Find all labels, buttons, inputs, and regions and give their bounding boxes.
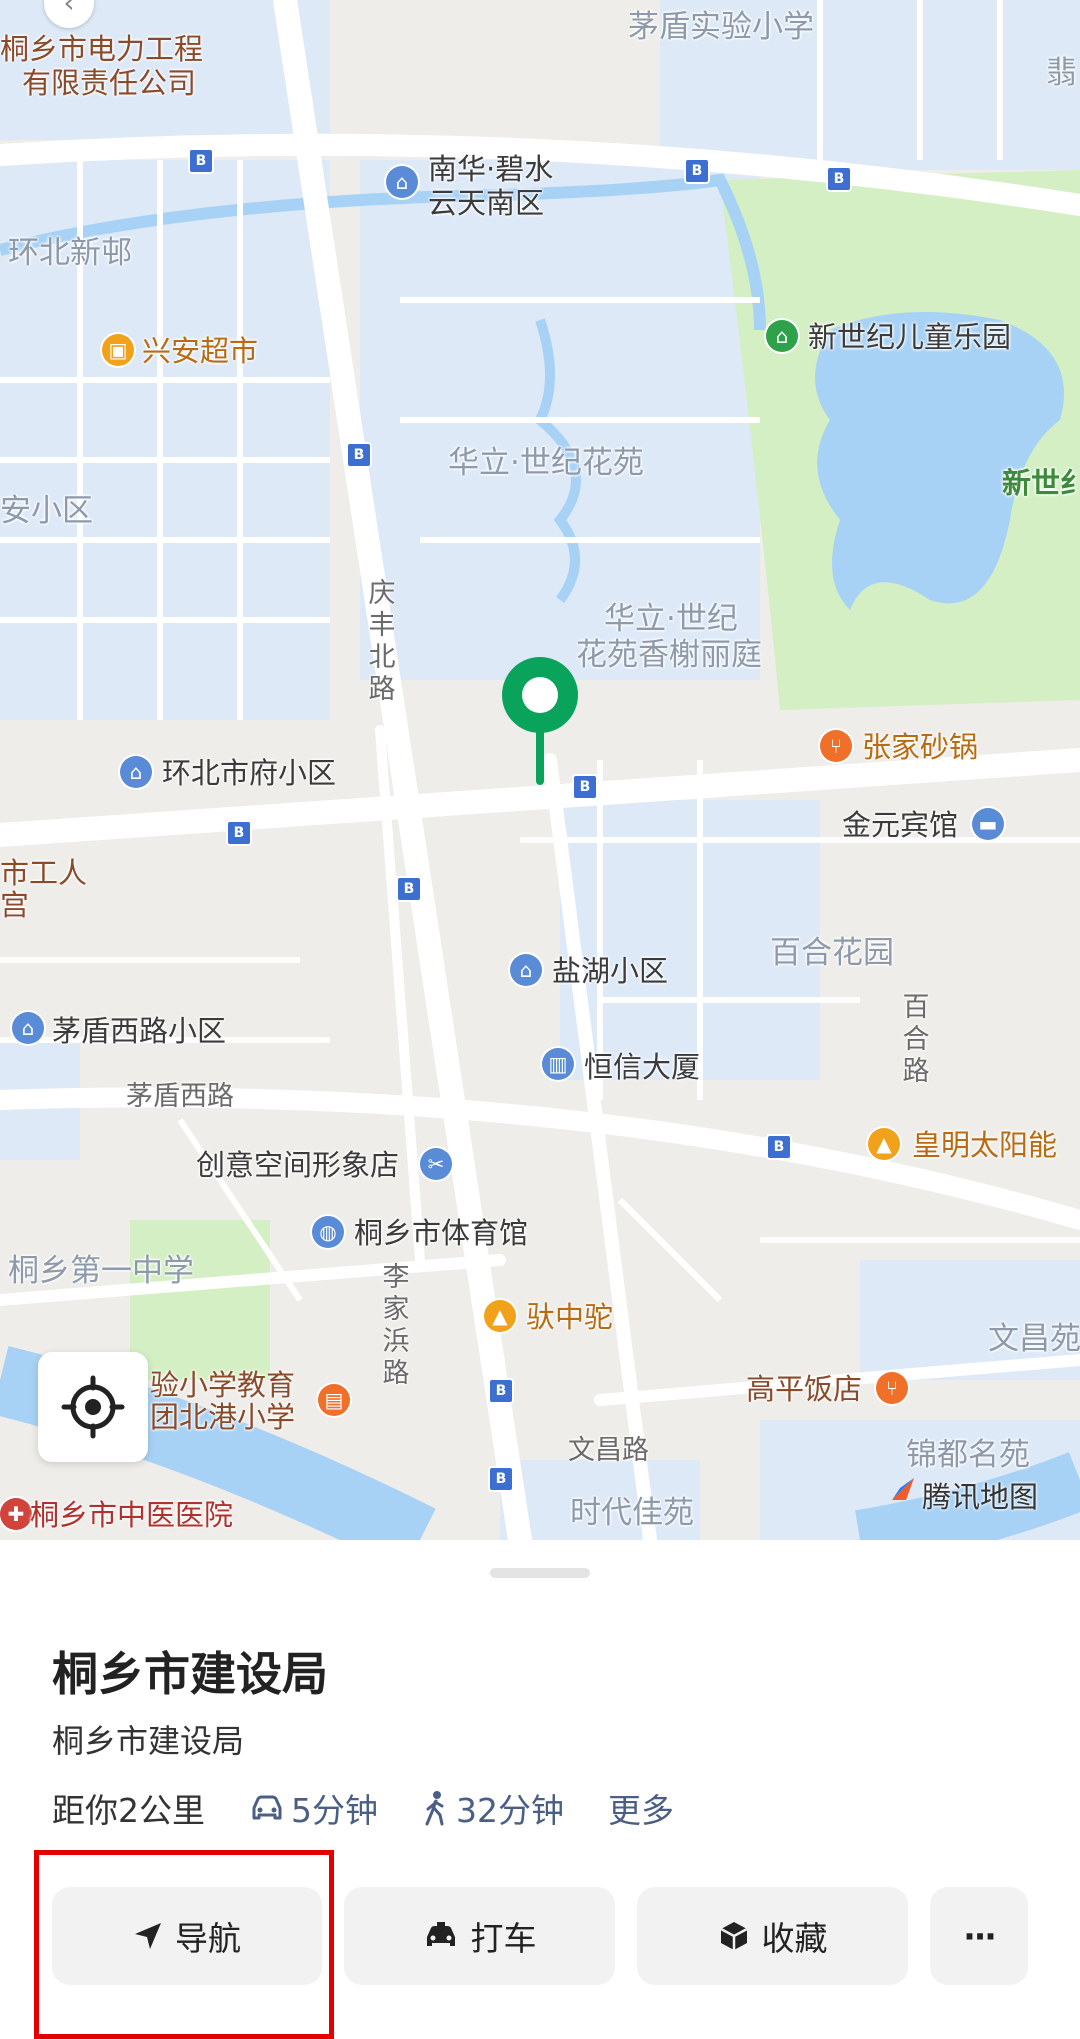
map-label-tuozhongtuo[interactable]: 驮中驼 — [526, 1300, 613, 1334]
locate-icon — [61, 1375, 125, 1439]
residential-icon: ⌂ — [12, 1012, 44, 1044]
bus-stop-icon[interactable]: B — [766, 1134, 792, 1160]
drive-time-label: 5分钟 — [291, 1791, 378, 1830]
hospital-icon: ✚ — [0, 1498, 32, 1530]
bus-stop-icon[interactable]: B — [226, 820, 252, 846]
shop-icon: ▲ — [868, 1128, 900, 1160]
road-label-wenchang: 文昌路 — [568, 1435, 649, 1466]
bus-stop-icon[interactable]: B — [188, 148, 214, 174]
map-label-an-xiaoqu[interactable]: 安小区 — [0, 494, 93, 528]
map-label-huanbei[interactable]: 环北新邨 — [8, 236, 132, 270]
favorite-button[interactable]: 收藏 — [637, 1887, 908, 1985]
navigate-button[interactable]: 导航 — [52, 1887, 322, 1985]
map-label-maodun-school[interactable]: 茅盾实验小学 — [628, 10, 814, 44]
box-icon — [719, 1922, 748, 1950]
map-label-huali-2[interactable]: 华立·世纪 — [604, 602, 738, 636]
map-label-huangming[interactable]: 皇明太阳能 — [912, 1128, 1057, 1162]
taxi-icon — [426, 1922, 455, 1946]
taxi-label: 打车 — [470, 1919, 537, 1958]
road-label-qingfeng: 庆丰北路 — [368, 578, 396, 705]
sheet-drag-handle[interactable] — [490, 1568, 590, 1578]
map-label-wenchang-edge[interactable]: 文昌苑 — [988, 1322, 1080, 1356]
map-label-nanhua[interactable]: 南华·碧水 — [428, 152, 553, 186]
distance-text: 距你2公里 — [52, 1791, 205, 1830]
map-label-huali[interactable]: 华立·世纪花苑 — [448, 446, 644, 480]
map-label-huali-3[interactable]: 花苑香榭丽庭 — [576, 638, 762, 672]
map-label-xingan[interactable]: 兴安超市 — [142, 334, 258, 368]
residential-icon: ⌂ — [386, 166, 418, 198]
map-label-shiyan[interactable]: 验小学教育 — [150, 1368, 295, 1402]
bus-stop-icon[interactable]: B — [488, 1466, 514, 1492]
map-label-shiyan-2[interactable]: 团北港小学 — [150, 1400, 295, 1434]
taxi-button[interactable]: 打车 — [344, 1887, 615, 1985]
map-label-maodun-west-xq[interactable]: 茅盾西路小区 — [52, 1014, 226, 1048]
park-icon: ⌂ — [766, 320, 798, 352]
more-info-link[interactable]: 更多 — [608, 1784, 674, 1832]
hotel-icon: ▬ — [972, 808, 1004, 840]
residential-icon: ⌂ — [120, 756, 152, 788]
my-location-button[interactable] — [38, 1352, 148, 1462]
place-detail-sheet[interactable]: 桐乡市建设局 桐乡市建设局 距你2公里 5分钟 32分钟 更多 导航 打车 收藏… — [0, 1540, 1080, 2039]
stadium-icon: ◍ — [312, 1216, 344, 1248]
map-label-edge: 翡 — [1046, 55, 1077, 91]
map-label-yanhu[interactable]: 盐湖小区 — [552, 954, 668, 988]
map-label-baihe[interactable]: 百合花园 — [770, 936, 894, 970]
road-label-baihe: 百合路 — [902, 992, 930, 1087]
map-label-hengxin[interactable]: 恒信大厦 — [584, 1050, 700, 1084]
map-label-xinshiji-park[interactable]: 新世纪儿童乐园 — [808, 320, 1011, 354]
place-title: 桐乡市建设局 — [52, 1647, 328, 1701]
map-label-nanhua-2[interactable]: 云天南区 — [428, 186, 544, 220]
building-icon: ▥ — [542, 1048, 574, 1080]
more-dots-icon: ··· — [963, 1916, 997, 1956]
walk-time[interactable]: 32分钟 — [422, 1784, 564, 1832]
shop-icon: ▲ — [484, 1300, 516, 1332]
residential-icon: ⌂ — [510, 954, 542, 986]
restaurant-icon: ⑂ — [820, 730, 852, 762]
map-label-gaoping[interactable]: 高平饭店 — [746, 1372, 862, 1406]
drive-time[interactable]: 5分钟 — [249, 1784, 378, 1832]
map-brand: 腾讯地图 — [888, 1474, 1038, 1516]
brand-label: 腾讯地图 — [922, 1480, 1039, 1514]
bus-stop-icon[interactable]: B — [396, 876, 422, 902]
navigate-label: 导航 — [175, 1919, 241, 1958]
walk-icon — [425, 1791, 444, 1826]
map-view[interactable]: 茅盾实验小学 桐乡市电力工程 有限责任公司 翡 ⌂ 南华·碧水 云天南区 环北新… — [0, 0, 1080, 1540]
map-label-power-company-2[interactable]: 有限责任公司 — [22, 66, 196, 100]
tencent-map-logo-icon — [888, 1478, 918, 1514]
map-label-diyi-zhongxue[interactable]: 桐乡第一中学 — [8, 1254, 194, 1288]
navigation-arrow-icon — [135, 1923, 161, 1949]
map-label-gongren[interactable]: 市工人 — [0, 856, 87, 890]
favorite-label: 收藏 — [761, 1919, 828, 1958]
supermarket-icon: ▣ — [102, 334, 134, 366]
map-label-tiyuguan[interactable]: 桐乡市体育馆 — [354, 1216, 528, 1250]
map-label-huanbei-fu[interactable]: 环北市府小区 — [162, 756, 336, 790]
map-label-zhongyiyuan[interactable]: 桐乡市中医医院 — [30, 1498, 233, 1532]
map-label-shidai[interactable]: 时代佳苑 — [570, 1496, 694, 1530]
bus-stop-icon[interactable]: B — [488, 1378, 514, 1404]
place-meta: 距你2公里 5分钟 32分钟 更多 — [52, 1784, 674, 1832]
road-label-maodun-west: 茅盾西路 — [126, 1081, 234, 1112]
map-label-jinyuan[interactable]: 金元宾馆 — [842, 808, 958, 842]
map-label-gongren-2[interactable]: 宫 — [0, 888, 29, 922]
car-icon — [252, 1795, 282, 1820]
school-icon: ▤ — [318, 1384, 350, 1416]
walk-time-label: 32分钟 — [456, 1791, 564, 1830]
map-label-zhangjia[interactable]: 张家砂锅 — [862, 730, 978, 764]
map-label-chuangyi[interactable]: 创意空间形象店 — [196, 1148, 399, 1182]
bus-stop-icon[interactable]: B — [826, 166, 852, 192]
bus-stop-icon[interactable]: B — [684, 158, 710, 184]
bus-stop-icon[interactable]: B — [346, 442, 372, 468]
map-label-jindu[interactable]: 锦都名苑 — [906, 1438, 1030, 1472]
place-subtitle: 桐乡市建设局 — [52, 1722, 245, 1760]
map-label-power-company[interactable]: 桐乡市电力工程 — [0, 32, 203, 66]
road-label-lijia: 李家浜路 — [382, 1262, 410, 1389]
more-actions-button[interactable]: ··· — [930, 1887, 1028, 1985]
salon-icon: ✂ — [420, 1148, 452, 1180]
map-label-park-edge[interactable]: 新世纟 — [1002, 466, 1080, 500]
restaurant-icon: ⑂ — [876, 1372, 908, 1404]
